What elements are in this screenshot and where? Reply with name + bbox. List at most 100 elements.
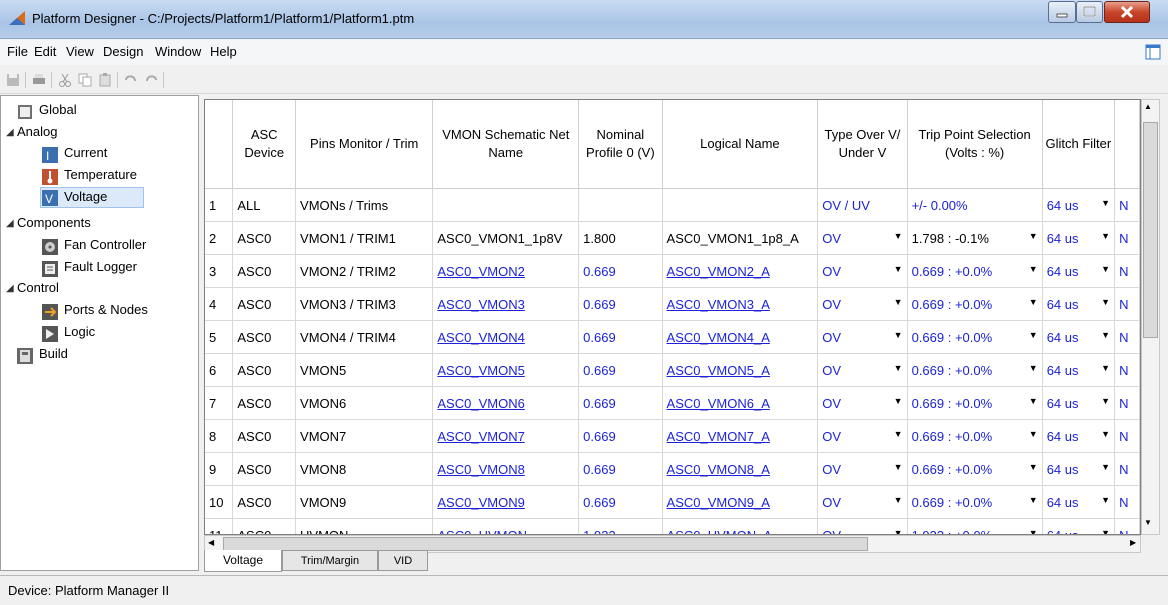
trip-point-cell[interactable]: 0.669 : +0.0% ▼: [907, 287, 1043, 321]
glitch-filter-cell[interactable]: 64 us ▼: [1042, 353, 1116, 387]
type-cell[interactable]: OV ▼: [817, 485, 908, 519]
pins-cell[interactable]: VMON6: [295, 386, 434, 420]
vmon-net-cell[interactable]: ASC0_HVMON: [432, 518, 580, 534]
table-row[interactable]: 2 ASC0 VMON1 / TRIM1 ASC0_VMON1_1p8V 1.800 AS…: [205, 221, 1140, 255]
chevron-down-icon[interactable]: ▼: [1029, 528, 1038, 535]
glitch-filter-cell[interactable]: 64 us ▼: [1042, 386, 1116, 420]
logical-name-cell[interactable]: ASC0_VMON9_A: [662, 485, 819, 519]
asc-device-cell[interactable]: ASC0: [232, 254, 297, 288]
chevron-down-icon[interactable]: ▼: [1029, 429, 1038, 439]
horizontal-scroll-thumb[interactable]: [223, 537, 868, 551]
redo-icon[interactable]: [143, 72, 159, 88]
asc-device-cell[interactable]: ASC0: [232, 287, 297, 321]
asc-device-cell[interactable]: ALL: [232, 188, 297, 222]
table-row[interactable]: 4 ASC0 VMON3 / TRIM3 ASC0_VMON3 0.669 ASC0_VM…: [205, 287, 1140, 321]
table-row[interactable]: 5 ASC0 VMON4 / TRIM4 ASC0_VMON4 0.669 ASC0_VM…: [205, 320, 1140, 354]
logical-name-cell[interactable]: ASC0_VMON6_A: [662, 386, 819, 420]
asc-device-cell[interactable]: ASC0: [232, 221, 297, 255]
nominal-cell[interactable]: 0.669: [578, 254, 663, 288]
table-row[interactable]: 7 ASC0 VMON6 ASC0_VMON6 0.669 ASC0_VMON6_A OV ▼…: [205, 386, 1140, 420]
pins-cell[interactable]: VMON9: [295, 485, 434, 519]
chevron-down-icon[interactable]: ▼: [1101, 429, 1110, 439]
asc-device-cell[interactable]: ASC0: [232, 419, 297, 453]
chevron-down-icon[interactable]: ▼: [1101, 462, 1110, 472]
scroll-right-icon[interactable]: ▶: [1130, 538, 1136, 547]
chevron-down-icon[interactable]: ▼: [1101, 495, 1110, 505]
asc-device-cell[interactable]: ASC0: [232, 353, 297, 387]
next-cell[interactable]: N: [1114, 452, 1140, 486]
trip-point-cell[interactable]: 1.798 : -0.1% ▼: [907, 221, 1043, 255]
chevron-down-icon[interactable]: ▼: [1101, 297, 1110, 307]
chevron-down-icon[interactable]: ▼: [894, 330, 903, 340]
vmon-net-cell[interactable]: ASC0_VMON2: [432, 254, 580, 288]
logical-name-cell[interactable]: ASC0_VMON2_A: [662, 254, 819, 288]
chevron-down-icon[interactable]: ▼: [1029, 363, 1038, 373]
tab-voltage[interactable]: Voltage: [204, 550, 282, 572]
type-cell[interactable]: OV ▼: [817, 221, 908, 255]
chevron-down-icon[interactable]: ▼: [1029, 231, 1038, 241]
next-cell[interactable]: N: [1114, 254, 1140, 288]
vmon-net-cell[interactable]: [432, 188, 580, 222]
next-cell[interactable]: N: [1114, 287, 1140, 321]
vmon-net-cell[interactable]: ASC0_VMON8: [432, 452, 580, 486]
nominal-cell[interactable]: 0.669: [578, 320, 663, 354]
type-cell[interactable]: OV ▼: [817, 353, 908, 387]
pins-cell[interactable]: HVMON: [295, 518, 434, 534]
logical-name-cell[interactable]: ASC0_VMON8_A: [662, 452, 819, 486]
col-header-glitch-filter[interactable]: Glitch Filter: [1042, 100, 1116, 189]
chevron-down-icon[interactable]: ▼: [1029, 297, 1038, 307]
vmon-net-cell[interactable]: ASC0_VMON1_1p8V: [432, 221, 580, 255]
paste-icon[interactable]: [97, 72, 113, 88]
pins-cell[interactable]: VMON1 / TRIM1: [295, 221, 434, 255]
scroll-left-icon[interactable]: ◀: [208, 538, 214, 547]
table-row[interactable]: 11 ASC0 HVMON ASC0_HVMON 1.933 ASC0_HVMON_A OV…: [205, 518, 1140, 535]
tree-item-voltage[interactable]: V Voltage: [40, 187, 144, 208]
save-icon[interactable]: [5, 72, 21, 88]
pins-cell[interactable]: VMON2 / TRIM2: [295, 254, 434, 288]
glitch-filter-cell[interactable]: 64 us ▼: [1042, 320, 1116, 354]
vmon-net-cell[interactable]: ASC0_VMON9: [432, 485, 580, 519]
chevron-down-icon[interactable]: ▼: [1101, 528, 1110, 535]
glitch-filter-cell[interactable]: 64 us ▼: [1042, 485, 1116, 519]
type-cell[interactable]: OV ▼: [817, 254, 908, 288]
vmon-net-cell[interactable]: ASC0_VMON5: [432, 353, 580, 387]
pins-cell[interactable]: VMON3 / TRIM3: [295, 287, 434, 321]
trip-point-cell[interactable]: 0.669 : +0.0% ▼: [907, 386, 1043, 420]
nominal-cell[interactable]: 0.669: [578, 287, 663, 321]
table-row[interactable]: 8 ASC0 VMON7 ASC0_VMON7 0.669 ASC0_VMON7_A OV ▼…: [205, 419, 1140, 453]
next-cell[interactable]: N: [1114, 353, 1140, 387]
table-row[interactable]: 9 ASC0 VMON8 ASC0_VMON8 0.669 ASC0_VMON8_A OV ▼…: [205, 452, 1140, 486]
scroll-up-icon[interactable]: ▲: [1144, 102, 1152, 111]
glitch-filter-cell[interactable]: 64 us ▼: [1042, 188, 1116, 222]
menu-view[interactable]: View: [66, 44, 94, 59]
trip-point-cell[interactable]: 0.669 : +0.0% ▼: [907, 320, 1043, 354]
menu-design[interactable]: Design: [103, 44, 143, 59]
chevron-down-icon[interactable]: ▼: [894, 231, 903, 241]
asc-device-cell[interactable]: ASC0: [232, 386, 297, 420]
trip-point-cell[interactable]: 1.933 : +0.0% ▼: [907, 518, 1043, 535]
vmon-net-cell[interactable]: ASC0_VMON4: [432, 320, 580, 354]
vmon-net-cell[interactable]: ASC0_VMON7: [432, 419, 580, 453]
scroll-down-icon[interactable]: ▼: [1144, 518, 1152, 527]
next-cell[interactable]: N: [1114, 386, 1140, 420]
col-header-vmon-net[interactable]: VMON Schematic Net Name: [432, 100, 580, 189]
copy-icon[interactable]: [77, 72, 93, 88]
next-cell[interactable]: N: [1114, 419, 1140, 453]
trip-point-cell[interactable]: 0.669 : +0.0% ▼: [907, 485, 1043, 519]
vertical-scroll-thumb[interactable]: [1143, 122, 1158, 338]
next-cell[interactable]: N: [1114, 485, 1140, 519]
asc-device-cell[interactable]: ASC0: [232, 320, 297, 354]
menu-help[interactable]: Help: [210, 44, 237, 59]
trip-point-cell[interactable]: 0.669 : +0.0% ▼: [907, 353, 1043, 387]
nominal-cell[interactable]: 0.669: [578, 353, 663, 387]
type-cell[interactable]: OV ▼: [817, 320, 908, 354]
vmon-net-cell[interactable]: ASC0_VMON6: [432, 386, 580, 420]
type-cell[interactable]: OV ▼: [817, 419, 908, 453]
chevron-down-icon[interactable]: ▼: [1029, 264, 1038, 274]
nominal-cell[interactable]: 1.800: [578, 221, 663, 255]
trip-point-cell[interactable]: 0.669 : +0.0% ▼: [907, 254, 1043, 288]
vertical-scrollbar[interactable]: ▲ ▼: [1141, 99, 1160, 535]
next-cell[interactable]: N: [1114, 518, 1140, 534]
glitch-filter-cell[interactable]: 64 us ▼: [1042, 254, 1116, 288]
logical-name-cell[interactable]: ASC0_HVMON_A: [662, 518, 819, 534]
